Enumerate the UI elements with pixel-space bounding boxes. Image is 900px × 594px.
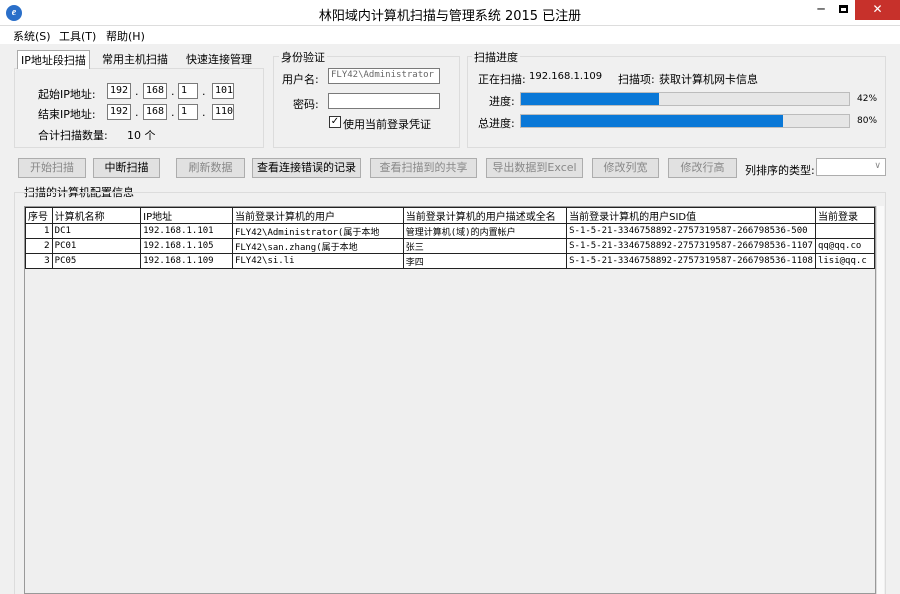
end-ip-octet-4[interactable]: 110 — [212, 104, 234, 120]
end-ip-octet-1[interactable]: 192 — [107, 104, 131, 120]
table-cell[interactable]: S-1-5-21-3346758892-2757319587-266798536… — [566, 223, 816, 239]
chevron-down-icon: ∨ — [874, 161, 881, 171]
window-title: 林阳域内计算机扫描与管理系统 2015 已注册 — [318, 9, 582, 24]
start-ip-octet-2[interactable]: 168 — [143, 83, 167, 99]
column-header[interactable]: 当前登录 — [814, 207, 875, 224]
scan-item-label: 扫描项: — [618, 73, 655, 86]
table-cell[interactable] — [814, 223, 875, 239]
view-shares-button[interactable]: 查看扫描到的共享 — [370, 158, 477, 178]
edit-column-width-button[interactable]: 修改列宽 — [592, 158, 659, 178]
progress-label: 进度: — [489, 95, 515, 108]
table-cell[interactable]: 192.168.1.105 — [140, 238, 233, 254]
stop-scan-button[interactable]: 中断扫描 — [93, 158, 160, 178]
table-cell[interactable]: S-1-5-21-3346758892-2757319587-266798536… — [566, 238, 816, 254]
username-label: 用户名: — [282, 73, 319, 86]
use-current-credentials-checkbox[interactable]: ✓ — [329, 116, 341, 128]
table-cell[interactable]: qq@qq.co — [814, 238, 875, 254]
scanning-label: 正在扫描: — [478, 73, 526, 86]
end-ip-octet-2[interactable]: 168 — [143, 104, 167, 120]
maximize-icon — [838, 4, 848, 13]
table-cell[interactable]: FLY42\san.zhang(属于本地 — [231, 238, 404, 254]
password-label: 密码: — [293, 98, 319, 111]
scan-count-label: 合计扫描数量: — [38, 129, 108, 142]
computer-config-grid[interactable]: 序号 计算机名称 IP地址 当前登录计算机的用户 当前登录计算机的用户描述或全名… — [24, 206, 876, 594]
scanning-ip: 192.168.1.109 — [529, 71, 603, 82]
table-cell[interactable]: DC1 — [51, 223, 142, 239]
tab-common-host-scan[interactable]: 常用主机扫描 — [99, 50, 171, 68]
title-bar: e 林阳域内计算机扫描与管理系统 2015 已注册 ─ ✕ — [0, 0, 900, 26]
auth-group-title: 身份验证 — [279, 49, 327, 65]
column-header[interactable]: 当前登录计算机的用户 — [231, 207, 404, 224]
table-row[interactable]: 2 PC01 192.168.1.105 FLY42\san.zhang(属于本… — [25, 238, 875, 254]
table-cell[interactable]: PC01 — [51, 238, 142, 254]
end-ip-octet-3[interactable]: 1 — [178, 104, 198, 120]
main-client-area: IP地址段扫描 常用主机扫描 快速连接管理 起始IP地址: 192 . 168 … — [0, 44, 900, 594]
refresh-data-button[interactable]: 刷新数据 — [176, 158, 245, 178]
column-header[interactable]: IP地址 — [140, 207, 233, 224]
close-button[interactable]: ✕ — [855, 0, 900, 20]
export-excel-button[interactable]: 导出数据到Excel — [486, 158, 583, 178]
column-header[interactable]: 当前登录计算机的用户描述或全名 — [402, 207, 568, 224]
sort-type-select[interactable]: ∨ — [816, 158, 886, 176]
table-cell[interactable]: FLY42\si.li — [231, 253, 404, 269]
menu-system[interactable]: 系统(S) — [13, 28, 51, 44]
start-ip-octet-1[interactable]: 192 — [107, 83, 131, 99]
table-cell[interactable]: 3 — [25, 253, 53, 269]
table-row[interactable]: 1 DC1 192.168.1.101 FLY42\Administrator(… — [25, 223, 875, 239]
table-cell[interactable]: 192.168.1.109 — [140, 253, 233, 269]
column-header[interactable]: 序号 — [25, 207, 53, 224]
start-ip-label: 起始IP地址: — [38, 88, 96, 101]
total-progress-percent: 80% — [857, 116, 878, 126]
use-current-credentials-label: 使用当前登录凭证 — [343, 118, 431, 131]
table-cell[interactable]: 192.168.1.101 — [140, 223, 233, 239]
table-cell[interactable]: 李四 — [402, 253, 568, 269]
table-cell[interactable]: 2 — [25, 238, 53, 254]
table-cell[interactable]: 管理计算机(域)的内置帐户 — [402, 223, 568, 239]
table-cell[interactable]: 张三 — [402, 238, 568, 254]
start-ip-octet-4[interactable]: 101 — [212, 83, 234, 99]
sort-type-label: 列排序的类型: — [745, 164, 815, 177]
tab-quick-connect[interactable]: 快速连接管理 — [183, 50, 255, 68]
config-table: 序号 计算机名称 IP地址 当前登录计算机的用户 当前登录计算机的用户描述或全名… — [25, 207, 875, 269]
minimize-button[interactable]: ─ — [810, 0, 832, 20]
grid-scrollbar[interactable] — [876, 206, 884, 594]
scan-item-value: 获取计算机网卡信息 — [659, 73, 758, 86]
edit-row-height-button[interactable]: 修改行高 — [668, 158, 737, 178]
progress-bar-fill — [521, 93, 659, 105]
total-progress-bar-fill — [521, 115, 784, 127]
table-header-row: 序号 计算机名称 IP地址 当前登录计算机的用户 当前登录计算机的用户描述或全名… — [25, 207, 875, 224]
progress-group-title: 扫描进度 — [472, 49, 520, 65]
menu-tools[interactable]: 工具(T) — [59, 28, 96, 44]
maximize-button[interactable] — [832, 0, 854, 20]
view-connection-errors-button[interactable]: 查看连接错误的记录 — [252, 158, 361, 178]
table-cell[interactable]: PC05 — [51, 253, 142, 269]
menu-bar: 系统(S) 工具(T) 帮助(H) — [0, 26, 900, 44]
progress-bar — [520, 92, 850, 106]
tab-ip-range-scan[interactable]: IP地址段扫描 — [17, 50, 90, 69]
table-cell[interactable]: 1 — [25, 223, 53, 239]
end-ip-label: 结束IP地址: — [38, 108, 96, 121]
table-cell[interactable]: FLY42\Administrator(属于本地 — [231, 223, 404, 239]
column-header[interactable]: 计算机名称 — [51, 207, 142, 224]
start-ip-octet-3[interactable]: 1 — [178, 83, 198, 99]
table-row[interactable]: 3 PC05 192.168.1.109 FLY42\si.li 李四 S-1-… — [25, 253, 875, 269]
password-input[interactable] — [328, 93, 440, 109]
scan-count-value: 10 个 — [127, 129, 156, 142]
column-header[interactable]: 当前登录计算机的用户SID值 — [566, 207, 816, 224]
total-progress-bar — [520, 114, 850, 128]
table-cell[interactable]: S-1-5-21-3346758892-2757319587-266798536… — [566, 253, 816, 269]
start-scan-button[interactable]: 开始扫描 — [18, 158, 86, 178]
progress-percent: 42% — [857, 94, 878, 104]
menu-help[interactable]: 帮助(H) — [106, 28, 145, 44]
table-cell[interactable]: lisi@qq.c — [814, 253, 875, 269]
username-input[interactable]: FLY42\Administrator — [328, 68, 440, 84]
total-progress-label: 总进度: — [478, 117, 515, 130]
